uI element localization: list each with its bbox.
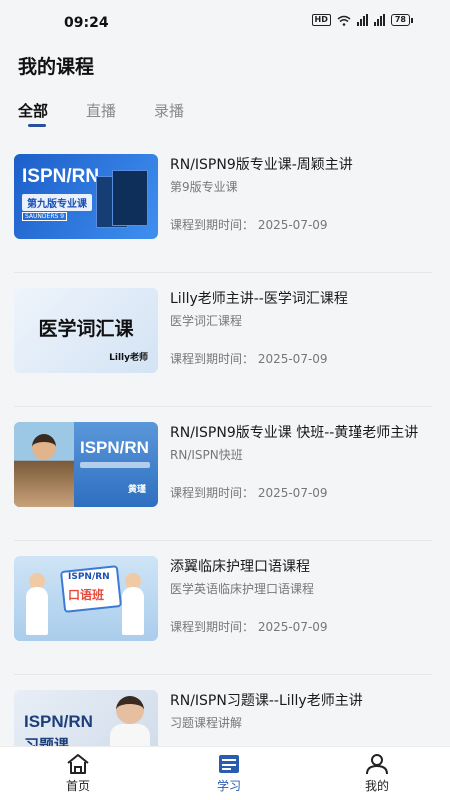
course-subtitle: 第9版专业课: [170, 180, 238, 194]
nav-home-label: 首页: [65, 779, 90, 793]
hd-badge: HD: [311, 14, 331, 26]
thumb-divider: [80, 462, 150, 468]
course-item[interactable]: ISPN/RN 第九版专业课 SAUNDERS 9 RN/ISPN9版专业课-周…: [0, 140, 450, 274]
wifi-icon: [337, 15, 351, 26]
course-title: 添翼临床护理口语课程: [170, 559, 310, 575]
course-tabs: 全部 直播 录播: [18, 100, 222, 127]
course-item[interactable]: ISPN/RN 口语班 添翼临床护理口语课程 医学英语临床护理口语课程 课程到期…: [0, 540, 450, 676]
course-expire: 课程到期时间： 2025-07-09: [170, 486, 328, 500]
thumb-small: SAUNDERS 9: [22, 212, 68, 221]
home-icon: [67, 754, 89, 774]
status-bar: 09:24 HD 78: [0, 0, 450, 40]
teacher-avatar: [32, 434, 56, 460]
nav-mine[interactable]: 我的: [342, 753, 412, 794]
course-subtitle: 医学英语临床护理口语课程: [170, 582, 315, 596]
book-icon: [112, 170, 148, 226]
course-thumbnail: ISPN/RN 口语班: [14, 556, 158, 641]
teacher-avatar: [116, 696, 144, 724]
tab-live[interactable]: 直播: [86, 100, 116, 121]
thumb-heading: ISPN/RN: [22, 166, 100, 187]
thumb-line1: ISPN/RN: [68, 572, 110, 582]
signal-icon-2: [373, 14, 385, 26]
user-icon: [366, 754, 388, 775]
nav-study[interactable]: 学习: [194, 753, 264, 794]
nav-mine-label: 我的: [364, 779, 389, 793]
course-expire: 课程到期时间： 2025-07-09: [170, 218, 328, 232]
tab-recorded[interactable]: 录播: [154, 100, 184, 121]
thumb-line2: 口语班: [68, 588, 105, 602]
battery-icon: 78: [390, 14, 414, 26]
course-expire: 课程到期时间： 2025-07-09: [170, 352, 328, 366]
course-item[interactable]: 医学词汇课 Lilly老师 Lilly老师主讲--医学词汇课程 医学词汇课程 课…: [0, 272, 450, 408]
status-icons: HD 78: [311, 14, 414, 26]
tab-all[interactable]: 全部: [18, 100, 48, 127]
course-expire: 课程到期时间： 2025-07-09: [170, 620, 328, 634]
nurse-icon: [26, 587, 48, 635]
course-thumbnail: 医学词汇课 Lilly老师: [14, 288, 158, 373]
nav-home[interactable]: 首页: [43, 753, 113, 794]
nurse-icon: [122, 587, 144, 635]
thumb-tag: Lilly老师: [109, 353, 148, 363]
course-title: RN/ISPN习题课--Lilly老师主讲: [170, 693, 363, 709]
page-title: 我的课程: [18, 56, 95, 78]
nav-study-label: 学习: [216, 779, 241, 793]
course-title: RN/ISPN9版专业课-周颖主讲: [170, 157, 353, 173]
course-thumbnail: ISPN/RN 黄瑾: [14, 422, 158, 507]
course-item[interactable]: ISPN/RN 黄瑾 RN/ISPN9版专业课 快班--黄瑾老师主讲 RN/IS…: [0, 406, 450, 542]
course-subtitle: RN/ISPN快班: [170, 448, 243, 462]
thumb-name: 黄瑾: [127, 485, 146, 495]
thumb-heading: ISPN/RN: [80, 438, 149, 457]
course-title: RN/ISPN9版专业课 快班--黄瑾老师主讲: [170, 425, 419, 441]
thumb-heading: 医学词汇课: [38, 318, 134, 340]
course-title: Lilly老师主讲--医学词汇课程: [170, 291, 348, 307]
course-subtitle: 习题课程讲解: [170, 716, 243, 730]
signal-icon-1: [356, 14, 368, 26]
bottom-nav: 首页 学习 我的: [0, 746, 450, 800]
course-thumbnail: ISPN/RN 第九版专业课 SAUNDERS 9: [14, 154, 158, 239]
thumb-heading: ISPN/RN: [24, 712, 93, 731]
thumb-pill: 第九版专业课: [22, 194, 92, 211]
status-time: 09:24: [64, 15, 109, 31]
course-list: ISPN/RN 第九版专业课 SAUNDERS 9 RN/ISPN9版专业课-周…: [0, 140, 450, 800]
course-subtitle: 医学词汇课程: [170, 314, 243, 328]
study-icon: [219, 755, 239, 773]
